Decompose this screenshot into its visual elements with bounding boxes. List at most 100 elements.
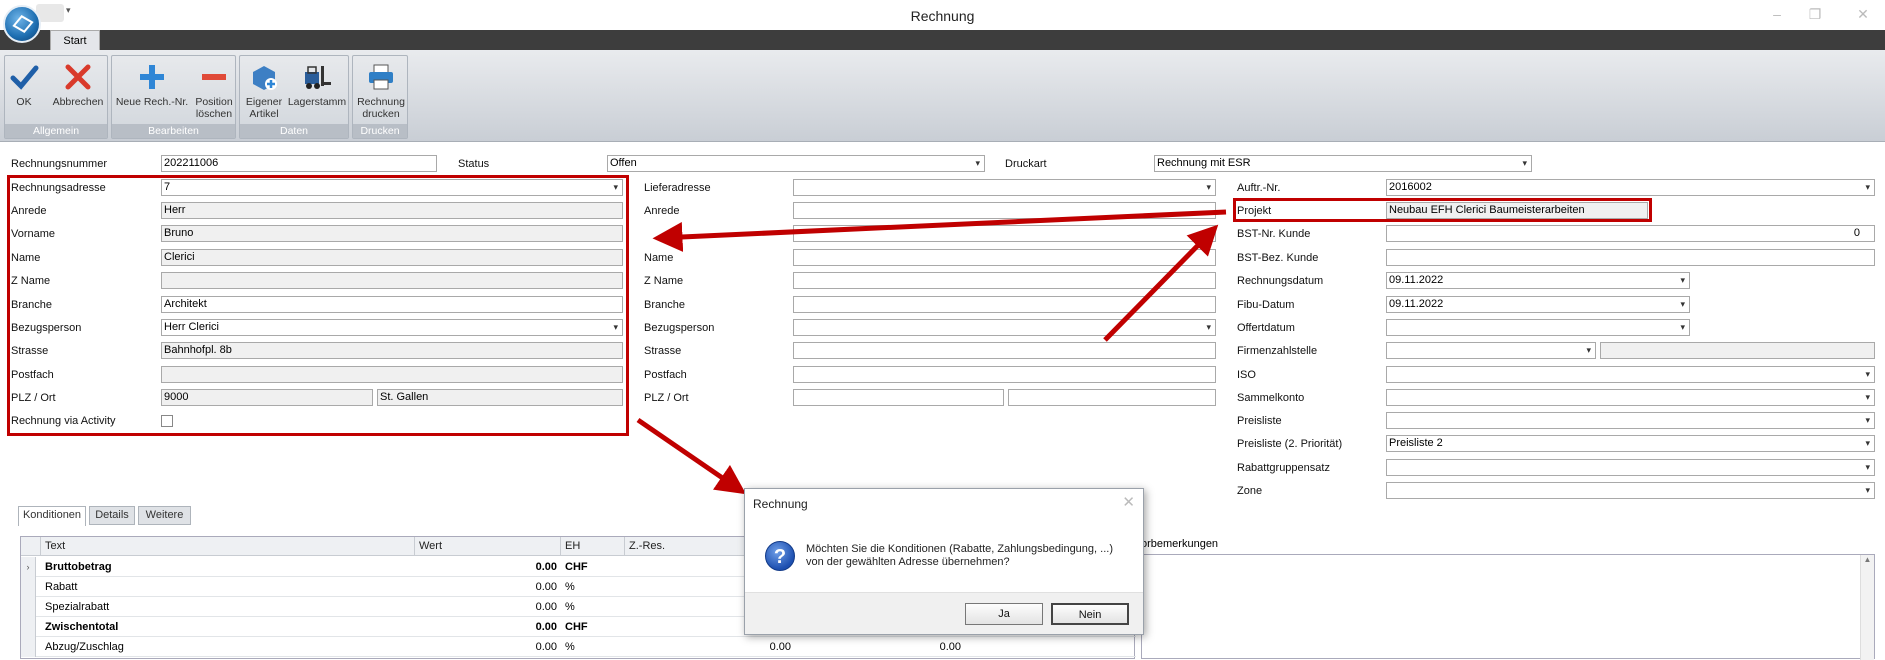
liefer-zname-field[interactable] — [793, 272, 1216, 289]
position-label: Position — [195, 96, 233, 108]
column-header-wert[interactable]: Wert — [415, 537, 561, 556]
lagerstamm-label: Lagerstamm — [287, 96, 347, 108]
title-bar: ▾ Rechnung – ❐ ✕ — [0, 0, 1885, 30]
remarks-panel: orbemerkungen ▲ — [1135, 536, 1875, 660]
cell-wert[interactable]: 0.00 — [415, 617, 561, 637]
rechnungsdatum-picker[interactable]: 09.11.2022 — [1386, 272, 1690, 289]
plus-icon — [137, 62, 167, 92]
cell-eh[interactable]: CHF — [561, 617, 625, 637]
liefer-branche-field[interactable] — [793, 296, 1216, 313]
liefer-postfach-field[interactable] — [793, 366, 1216, 383]
sammelkonto-select[interactable] — [1386, 389, 1875, 406]
liefer-plz-field[interactable] — [793, 389, 1004, 406]
lagerstamm-button[interactable]: Lagerstamm — [286, 62, 348, 118]
cell-text[interactable]: Rabatt — [41, 577, 415, 597]
drucken-label: drucken — [362, 108, 400, 120]
cell-eh[interactable]: CHF — [561, 557, 625, 577]
ribbon-group-bearbeiten: Neue Rech.-Nr. Position löschen Bearbeit… — [111, 55, 236, 139]
zone-select[interactable] — [1386, 482, 1875, 499]
cell-eh[interactable]: % — [561, 597, 625, 617]
group-label-drucken: Drucken — [353, 124, 407, 138]
firmenzahlstelle-detail-field — [1600, 342, 1875, 359]
tab-start[interactable]: Start — [50, 30, 100, 51]
rechnung-label: Rechnung — [357, 96, 405, 108]
rabattgruppensatz-select[interactable] — [1386, 459, 1875, 476]
no-button[interactable]: Nein — [1051, 603, 1129, 625]
row-selector[interactable] — [21, 637, 36, 657]
liefer-strasse-label: Strasse — [644, 345, 682, 357]
confirm-dialog: Rechnung ✕ ? Möchten Sie die Konditionen… — [744, 488, 1144, 635]
preisliste-select[interactable] — [1386, 412, 1875, 429]
tab-weitere[interactable]: Weitere — [138, 506, 191, 525]
dialog-title: Rechnung — [753, 497, 808, 511]
ok-label: OK — [16, 96, 32, 108]
restore-button[interactable]: ❐ — [1800, 4, 1830, 24]
preisliste2-select[interactable]: Preisliste 2 — [1386, 435, 1875, 452]
bst-bez-label: BST-Bez. Kunde — [1237, 252, 1319, 264]
liefer-name-field[interactable] — [793, 249, 1216, 266]
row-selector[interactable] — [21, 577, 36, 597]
column-header-eh[interactable]: EH — [561, 537, 625, 556]
cell-zres-b[interactable]: 0.00 — [795, 637, 965, 657]
bst-bez-field[interactable] — [1386, 249, 1875, 266]
cell-text[interactable]: Abzug/Zuschlag — [41, 637, 415, 657]
cell-zres-a[interactable]: 0.00 — [625, 637, 795, 657]
tab-konditionen[interactable]: Konditionen — [18, 506, 86, 526]
preisliste-label: Preisliste — [1237, 415, 1282, 427]
minimize-button[interactable]: – — [1762, 4, 1792, 24]
cell-wert[interactable]: 0.00 — [415, 637, 561, 657]
yes-button[interactable]: Ja — [965, 603, 1043, 625]
fibu-datum-picker[interactable]: 09.11.2022 — [1386, 296, 1690, 313]
dialog-close-icon[interactable]: ✕ — [1122, 493, 1135, 511]
liefer-anrede-label: Anrede — [644, 205, 680, 217]
liefer-ort-field[interactable] — [1008, 389, 1216, 406]
loeschen-label: löschen — [195, 108, 233, 120]
cell-wert[interactable]: 0.00 — [415, 597, 561, 617]
status-label: Status — [458, 158, 490, 170]
column-header-text[interactable]: Text — [41, 537, 415, 556]
close-button[interactable]: ✕ — [1848, 4, 1878, 24]
cell-eh[interactable]: % — [561, 577, 625, 597]
auftr-nr-select[interactable]: 2016002 — [1386, 179, 1875, 196]
firmenzahlstelle-select[interactable] — [1386, 342, 1596, 359]
bst-nr-stepper[interactable]: 0 — [1386, 225, 1875, 242]
ok-button[interactable]: OK — [7, 62, 41, 118]
status-select[interactable]: Offen — [607, 155, 985, 172]
position-loeschen-button[interactable]: Position löschen — [192, 62, 236, 120]
cell-text[interactable]: Spezialrabatt — [41, 597, 415, 617]
cell-text[interactable]: Bruttobetrag — [41, 557, 415, 577]
liefer-bezugsperson-select[interactable] — [793, 319, 1216, 336]
druckart-select[interactable]: Rechnung mit ESR — [1154, 155, 1532, 172]
row-selector[interactable]: › — [21, 557, 36, 577]
abbrechen-button[interactable]: Abbrechen — [49, 62, 107, 118]
rechnungsnummer-field[interactable]: 202211006 — [161, 155, 437, 172]
cell-wert[interactable]: 0.00 — [415, 577, 561, 597]
row-selector[interactable] — [21, 617, 36, 637]
lieferadresse-select[interactable] — [793, 179, 1216, 196]
liefer-anrede-field[interactable] — [793, 202, 1216, 219]
rechnung-drucken-button[interactable]: Rechnung drucken — [355, 62, 407, 120]
minus-icon — [199, 62, 229, 92]
offertdatum-picker[interactable] — [1386, 319, 1690, 336]
neue-rech-nr-button[interactable]: Neue Rech.-Nr. — [114, 62, 190, 118]
dialog-message: Möchten Sie die Konditionen (Rabatte, Za… — [806, 543, 1113, 568]
cell-text[interactable]: Zwischentotal — [41, 617, 415, 637]
liefer-vorname-field[interactable] — [793, 225, 1216, 242]
remarks-textarea[interactable]: ▲ — [1141, 554, 1875, 660]
liefer-strasse-field[interactable] — [793, 342, 1216, 359]
annotation-box-projekt — [1233, 198, 1652, 222]
remarks-scrollbar[interactable]: ▲ — [1860, 555, 1874, 660]
eigener-artikel-button[interactable]: Eigener Artikel — [242, 62, 286, 120]
table-row[interactable]: Abzug/Zuschlag 0.00% 0.00 0.00 — [21, 637, 1136, 657]
cell-eh[interactable]: % — [561, 637, 625, 657]
row-selector[interactable] — [21, 597, 36, 617]
forklift-icon — [302, 62, 332, 92]
fibu-datum-label: Fibu-Datum — [1237, 299, 1295, 311]
iso-select[interactable] — [1386, 366, 1875, 383]
question-icon: ? — [765, 541, 795, 571]
app-logo-icon[interactable] — [3, 5, 41, 43]
offertdatum-label: Offertdatum — [1237, 322, 1295, 334]
cell-wert[interactable]: 0.00 — [415, 557, 561, 577]
sammelkonto-label: Sammelkonto — [1237, 392, 1305, 404]
tab-details[interactable]: Details — [89, 506, 135, 525]
